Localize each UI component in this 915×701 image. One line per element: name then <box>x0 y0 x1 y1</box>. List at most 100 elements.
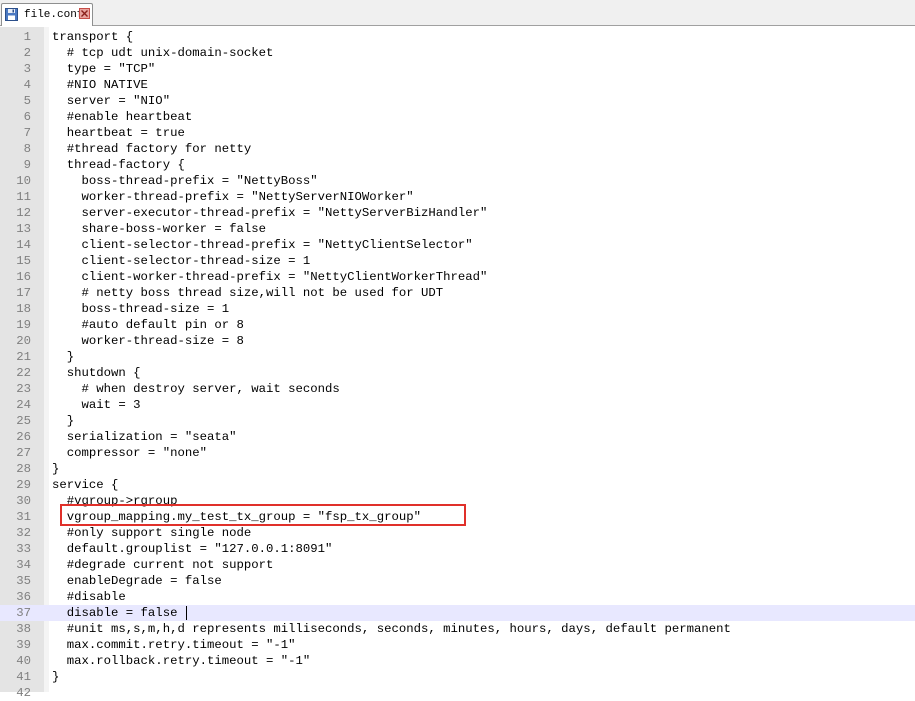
code-line[interactable]: 5 server = "NIO" <box>0 93 915 109</box>
code-line[interactable]: 25 } <box>0 413 915 429</box>
line-text: boss-thread-size = 1 <box>52 302 230 316</box>
code-line[interactable]: 4 #NIO NATIVE <box>0 77 915 93</box>
code-line[interactable]: 24 wait = 3 <box>0 397 915 413</box>
code-line[interactable]: 20 worker-thread-size = 8 <box>0 333 915 349</box>
code-line[interactable]: 11 worker-thread-prefix = "NettyServerNI… <box>0 189 915 205</box>
line-text: heartbeat = true <box>52 126 185 140</box>
line-number: 11 <box>16 190 31 204</box>
line-text: worker-thread-size = 8 <box>52 334 244 348</box>
line-text: type = "TCP" <box>52 62 156 76</box>
tab-bar: file.conf <box>0 0 915 26</box>
line-number: 19 <box>16 318 31 332</box>
code-line[interactable]: 2 # tcp udt unix-domain-socket <box>0 45 915 61</box>
code-line[interactable]: 35 enableDegrade = false <box>0 573 915 589</box>
code-line[interactable]: 18 boss-thread-size = 1 <box>0 301 915 317</box>
line-number: 8 <box>23 142 31 156</box>
line-text: transport { <box>52 30 134 44</box>
line-number: 13 <box>16 222 31 236</box>
line-number: 6 <box>23 110 31 124</box>
line-text: client-selector-thread-size = 1 <box>52 254 311 268</box>
line-text: compressor = "none" <box>52 446 207 460</box>
line-number: 2 <box>23 46 31 60</box>
line-number: 7 <box>23 126 31 140</box>
line-number: 32 <box>16 526 31 540</box>
code-line[interactable]: 29 service { <box>0 477 915 493</box>
code-line[interactable]: 41} <box>0 669 915 685</box>
line-text: thread-factory { <box>52 158 185 172</box>
line-text: max.rollback.retry.timeout = "-1" <box>52 654 311 668</box>
code-line[interactable]: 21 } <box>0 349 915 365</box>
code-line[interactable]: 27 compressor = "none" <box>0 445 915 461</box>
line-text: client-worker-thread-prefix = "NettyClie… <box>52 270 488 284</box>
code-line[interactable]: 36 #disable <box>0 589 915 605</box>
line-text: #degrade current not support <box>52 558 274 572</box>
tab-label: file.conf <box>24 9 84 21</box>
line-text: } <box>52 414 75 428</box>
line-number: 18 <box>16 302 31 316</box>
code-line[interactable]: 10 boss-thread-prefix = "NettyBoss" <box>0 173 915 189</box>
line-text: service { <box>52 478 119 492</box>
line-text: server-executor-thread-prefix = "NettySe… <box>52 206 488 220</box>
line-text: } <box>52 462 60 476</box>
code-line[interactable]: 42 <box>0 685 915 701</box>
code-line[interactable]: 33 default.grouplist = "127.0.0.1:8091" <box>0 541 915 557</box>
line-number: 3 <box>23 62 31 76</box>
code-line[interactable]: 12 server-executor-thread-prefix = "Nett… <box>0 205 915 221</box>
floppy-disk-icon <box>5 8 18 21</box>
code-line[interactable]: 28} <box>0 461 915 477</box>
code-line[interactable]: 37 disable = false <box>0 605 915 621</box>
line-number: 23 <box>16 382 31 396</box>
line-number: 36 <box>16 590 31 604</box>
line-text: boss-thread-prefix = "NettyBoss" <box>52 174 318 188</box>
code-line[interactable]: 6 #enable heartbeat <box>0 109 915 125</box>
line-number: 10 <box>16 174 31 188</box>
line-text: default.grouplist = "127.0.0.1:8091" <box>52 542 333 556</box>
line-number: 31 <box>16 510 31 524</box>
code-line[interactable]: 23 # when destroy server, wait seconds <box>0 381 915 397</box>
code-line[interactable]: 40 max.rollback.retry.timeout = "-1" <box>0 653 915 669</box>
line-text: # tcp udt unix-domain-socket <box>52 46 274 60</box>
line-number: 25 <box>16 414 31 428</box>
code-line[interactable]: 9 thread-factory { <box>0 157 915 173</box>
code-line[interactable]: 22 shutdown { <box>0 365 915 381</box>
code-line[interactable]: 14 client-selector-thread-prefix = "Nett… <box>0 237 915 253</box>
line-number: 21 <box>16 350 31 364</box>
code-line[interactable]: 1 transport { <box>0 29 915 45</box>
code-line[interactable]: 7 heartbeat = true <box>0 125 915 141</box>
line-number: 39 <box>16 638 31 652</box>
text-editor[interactable]: 1 transport {2 # tcp udt unix-domain-sock… <box>0 27 915 700</box>
line-number: 20 <box>16 334 31 348</box>
tab-file-conf[interactable]: file.conf <box>1 3 93 26</box>
line-text: #enable heartbeat <box>52 110 193 124</box>
line-number: 26 <box>16 430 31 444</box>
code-line[interactable]: 26 serialization = "seata" <box>0 429 915 445</box>
code-line[interactable]: 34 #degrade current not support <box>0 557 915 573</box>
close-icon[interactable] <box>79 8 90 19</box>
code-line[interactable]: 15 client-selector-thread-size = 1 <box>0 253 915 269</box>
code-line[interactable]: 16 client-worker-thread-prefix = "NettyC… <box>0 269 915 285</box>
code-line[interactable]: 38 #unit ms,s,m,h,d represents milliseco… <box>0 621 915 637</box>
line-text: share-boss-worker = false <box>52 222 267 236</box>
line-text: disable = false <box>52 606 178 620</box>
code-line[interactable]: 17 # netty boss thread size,will not be … <box>0 285 915 301</box>
line-number: 42 <box>16 686 31 700</box>
code-line[interactable]: 39 max.commit.retry.timeout = "-1" <box>0 637 915 653</box>
line-number: 29 <box>16 478 31 492</box>
line-text: wait = 3 <box>52 398 141 412</box>
line-number: 33 <box>16 542 31 556</box>
line-text: #disable <box>52 590 126 604</box>
line-text: } <box>52 350 75 364</box>
line-number: 35 <box>16 574 31 588</box>
code-line[interactable]: 8 #thread factory for netty <box>0 141 915 157</box>
code-line[interactable]: 19 #auto default pin or 8 <box>0 317 915 333</box>
code-line[interactable]: 32 #only support single node <box>0 525 915 541</box>
line-number: 24 <box>16 398 31 412</box>
code-line[interactable]: 13 share-boss-worker = false <box>0 221 915 237</box>
line-number: 5 <box>23 94 31 108</box>
line-number: 14 <box>16 238 31 252</box>
line-number: 17 <box>16 286 31 300</box>
line-number: 30 <box>16 494 31 508</box>
code-line[interactable]: 3 type = "TCP" <box>0 61 915 77</box>
line-number: 1 <box>23 30 31 44</box>
line-text: #thread factory for netty <box>52 142 252 156</box>
